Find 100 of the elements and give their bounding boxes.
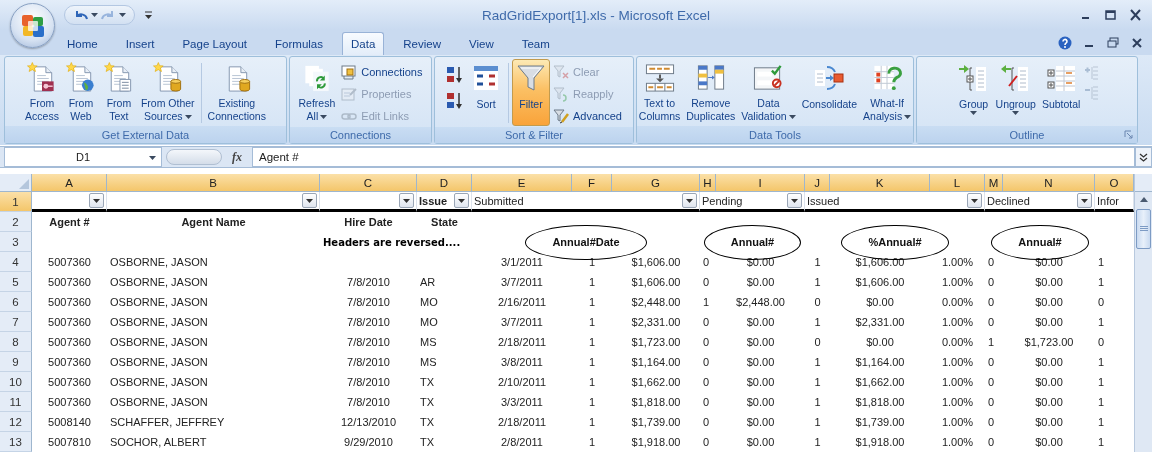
row-header[interactable]: 12	[0, 412, 32, 432]
caret-icon	[686, 198, 693, 203]
ribbon-button[interactable]: Group	[954, 59, 993, 126]
ribbon-tab[interactable]: Formulas	[266, 32, 332, 55]
row-header[interactable]: 4	[0, 252, 32, 272]
column-header[interactable]: C	[320, 174, 417, 192]
close-icon[interactable]	[1130, 36, 1144, 50]
column-label: Agent Name	[180, 215, 247, 230]
maximize-icon[interactable]	[1104, 9, 1117, 21]
column-header[interactable]: E	[472, 174, 572, 192]
undo-icon[interactable]	[73, 8, 88, 22]
table-cell-text: 1	[813, 415, 822, 430]
row-header[interactable]: 2	[0, 212, 32, 232]
filter-dropdown-button[interactable]	[89, 193, 104, 208]
filter-dropdown-button[interactable]	[302, 193, 317, 208]
row-header[interactable]: 5	[0, 272, 32, 292]
ribbon-tab[interactable]: View	[460, 32, 503, 55]
expand-formula-button[interactable]	[1135, 147, 1152, 167]
table-cell-text: 0	[813, 335, 822, 350]
table-cell-text: 1	[587, 435, 597, 450]
table-cell-text: 9/29/2010	[343, 435, 394, 450]
ribbon-button[interactable]: What-If Analysis	[860, 59, 915, 126]
column-header[interactable]: L	[930, 174, 985, 192]
column-header[interactable]: H	[700, 174, 716, 192]
resize-handle[interactable]	[166, 149, 222, 165]
ribbon-button[interactable]: Filter	[512, 59, 551, 126]
scrollbar-thumb[interactable]	[1136, 209, 1151, 249]
ribbon-button[interactable]: Subtotal	[1038, 59, 1084, 126]
filter-dropdown-button[interactable]	[454, 193, 469, 208]
ribbon-tab[interactable]: Home	[58, 32, 107, 55]
table-cell-text: $0.00	[745, 435, 776, 450]
dialog-launcher-icon[interactable]	[1124, 130, 1134, 140]
column-header[interactable]: K	[830, 174, 930, 192]
ribbon-button[interactable]: Sort	[467, 59, 506, 126]
restore-icon[interactable]	[1106, 36, 1120, 50]
row-header[interactable]: 11	[0, 392, 32, 412]
column-header[interactable]: D	[417, 174, 472, 192]
ribbon-button[interactable]: Advanced	[550, 105, 625, 127]
table-cell-text: 7/8/2010	[346, 375, 391, 390]
column-header[interactable]: B	[107, 174, 320, 192]
ribbon-button[interactable]: Text to Columns	[635, 59, 684, 126]
table-cell-text: SOCHOR, ALBERT	[109, 435, 208, 450]
ribbon-tab[interactable]: Review	[394, 32, 450, 55]
ribbon-tab[interactable]: Insert	[116, 32, 164, 55]
row-header[interactable]: 8	[0, 332, 32, 352]
ribbon-button[interactable]: Consolidate	[798, 59, 861, 126]
ribbon-button[interactable]: Remove Duplicates	[683, 59, 739, 126]
ribbon-button[interactable]: Refresh All	[295, 59, 339, 126]
row-header[interactable]: 7	[0, 312, 32, 332]
vertical-scrollbar[interactable]	[1134, 174, 1152, 452]
table-cell-text: 1	[987, 335, 996, 350]
row-header[interactable]: 3	[0, 232, 32, 252]
table-cell-text: 7/8/2010	[346, 315, 391, 330]
ribbon-tab[interactable]: Team	[512, 32, 559, 55]
scroll-up-icon[interactable]	[1139, 197, 1148, 202]
table-cell-text: OSBORNE, JASON	[109, 255, 209, 270]
ribbon-tab[interactable]: Data	[342, 32, 385, 55]
ribbon-button[interactable]: From Text	[99, 59, 138, 126]
formula-field[interactable]: Agent #	[252, 147, 1135, 167]
column-header[interactable]: I	[716, 174, 805, 192]
column-header[interactable]: F	[572, 174, 612, 192]
row-header[interactable]: 13	[0, 432, 32, 452]
table-cell-text: 1	[813, 315, 822, 330]
filter-dropdown-button[interactable]	[399, 193, 414, 208]
row-header[interactable]: 10	[0, 372, 32, 392]
filter-dropdown-button[interactable]	[787, 193, 802, 208]
name-box[interactable]: D1	[4, 147, 162, 167]
table-cell-text: 0	[987, 375, 996, 390]
filter-dropdown-button[interactable]	[682, 193, 697, 208]
filter-dropdown-button[interactable]	[967, 193, 982, 208]
column-header[interactable]: M	[985, 174, 1003, 192]
column-header[interactable]: N	[1003, 174, 1095, 192]
row-header[interactable]: 9	[0, 352, 32, 372]
customize-toolbar-icon[interactable]	[144, 10, 153, 20]
ribbon-tab[interactable]: Page Layout	[173, 32, 257, 55]
insert-function-button[interactable]: fx	[226, 147, 248, 167]
table-cell-text: 0	[987, 395, 996, 410]
help-icon[interactable]	[1058, 36, 1072, 50]
ribbon-button[interactable]: Data Validation	[738, 59, 799, 126]
validation-icon	[752, 62, 785, 93]
split-handle[interactable]	[1135, 174, 1152, 192]
column-header[interactable]: A	[32, 174, 107, 192]
filter-dropdown-button[interactable]	[1077, 193, 1092, 208]
ribbon-button[interactable]: From Web	[61, 59, 100, 126]
column-header[interactable]: O	[1095, 174, 1134, 192]
table-cell-text: OSBORNE, JASON	[109, 375, 209, 390]
table-cell-text: MO	[419, 295, 439, 310]
column-header[interactable]: G	[612, 174, 700, 192]
table-cell-text: OSBORNE, JASON	[109, 395, 209, 410]
column-header[interactable]: J	[805, 174, 830, 192]
row-header[interactable]: 1	[0, 192, 32, 212]
ribbon-button[interactable]: Existing Connections	[204, 59, 269, 126]
ribbon-button[interactable]: Ungroup	[992, 59, 1039, 126]
table-cell-text: 1	[587, 375, 597, 390]
table-cell-text: $1,662.00	[630, 375, 682, 390]
ribbon-button[interactable]: From Other Sources	[137, 59, 198, 126]
row-header[interactable]: 6	[0, 292, 32, 312]
ribbon-button[interactable]: From Access	[22, 59, 62, 126]
close-icon[interactable]	[1129, 9, 1142, 21]
ribbon-button[interactable]: Connections	[338, 61, 426, 83]
